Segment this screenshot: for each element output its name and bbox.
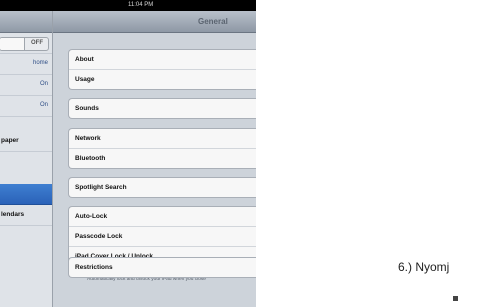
toggle-label: OFF	[31, 40, 43, 46]
status-time: 11:04 PM	[128, 2, 154, 8]
page-marker	[453, 296, 458, 301]
network-label: Network	[75, 135, 101, 142]
notifications-row[interactable]: On	[0, 75, 52, 96]
settings-master-pane: OFF home On On paper lendars	[0, 11, 53, 307]
step-caption: 6.) Nyomj	[398, 260, 450, 274]
status-bar: 11:04 PM	[0, 0, 256, 11]
sounds-label: Sounds	[75, 105, 99, 112]
calendars-row[interactable]: lendars	[0, 205, 52, 226]
spotlight-search-label: Spotlight Search	[75, 184, 127, 191]
wifi-value: home	[32, 60, 48, 66]
bluetooth-cell[interactable]: Bluetooth	[69, 149, 256, 168]
network-cell[interactable]: Network	[69, 129, 256, 149]
wifi-row[interactable]: home	[0, 54, 52, 75]
settings-detail-pane: General About Usage Sounds Network Bluet…	[53, 11, 256, 307]
toggle-knob	[0, 38, 25, 50]
location-row[interactable]: On	[0, 96, 52, 117]
general-row-selected[interactable]	[0, 184, 52, 205]
wallpaper-label: paper	[1, 137, 19, 144]
group-sounds: Sounds	[68, 98, 256, 119]
spotlight-search-cell[interactable]: Spotlight Search	[69, 178, 256, 197]
detail-title: General	[198, 17, 228, 26]
sounds-cell[interactable]: Sounds	[69, 99, 256, 118]
auto-lock-label: Auto-Lock	[75, 213, 108, 220]
usage-label: Usage	[75, 76, 95, 83]
notifications-value: On	[39, 81, 48, 87]
location-value: On	[39, 102, 48, 108]
ipad-screenshot: 11:04 PM OFF home On On paper lendars Ge…	[0, 0, 256, 307]
airplane-mode-toggle[interactable]: OFF	[0, 37, 49, 51]
group-network: Network Bluetooth	[68, 128, 256, 169]
about-label: About	[75, 56, 94, 63]
about-cell[interactable]: About	[69, 50, 256, 70]
restrictions-cell[interactable]: Restrictions	[69, 258, 256, 277]
bluetooth-label: Bluetooth	[75, 155, 106, 162]
detail-nav-bar: General	[53, 11, 256, 33]
group-restrictions: Restrictions	[68, 257, 256, 278]
usage-cell[interactable]: Usage	[69, 70, 256, 89]
wallpaper-row[interactable]: paper	[0, 131, 52, 152]
master-nav-bar	[0, 11, 52, 33]
passcode-lock-label: Passcode Lock	[75, 233, 123, 240]
passcode-lock-cell[interactable]: Passcode Lock	[69, 227, 256, 247]
group-about-usage: About Usage	[68, 49, 256, 90]
calendars-label: lendars	[1, 211, 25, 218]
airplane-mode-row[interactable]: OFF	[0, 33, 52, 54]
restrictions-label: Restrictions	[75, 264, 113, 271]
auto-lock-cell[interactable]: Auto-Lock	[69, 207, 256, 227]
group-spotlight: Spotlight Search	[68, 177, 256, 198]
